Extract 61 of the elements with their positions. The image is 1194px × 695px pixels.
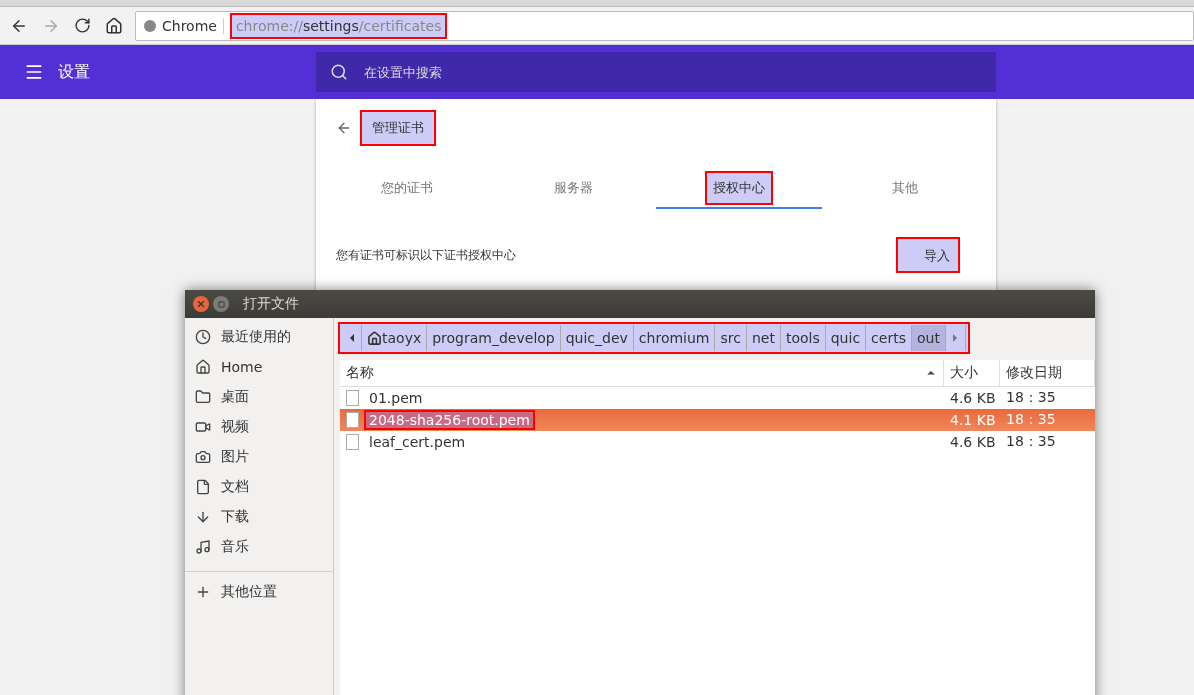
search-bar[interactable]: 在设置中搜索 bbox=[316, 52, 996, 92]
document-icon bbox=[195, 479, 211, 495]
file-icon bbox=[346, 412, 359, 428]
dialog-title: 打开文件 bbox=[243, 295, 299, 313]
address-bar[interactable]: Chrome chrome://settings/certificates bbox=[135, 10, 1194, 41]
search-field[interactable]: 在设置中搜索 bbox=[362, 63, 996, 81]
url-text: chrome://settings/certificates bbox=[229, 12, 448, 39]
site-label: Chrome bbox=[162, 17, 224, 34]
place-item[interactable]: 下载 bbox=[185, 502, 333, 532]
column-header[interactable]: 名称 bbox=[340, 360, 944, 386]
file-icon bbox=[346, 434, 359, 450]
camera-icon bbox=[195, 449, 211, 465]
reload-button[interactable] bbox=[72, 15, 93, 36]
file-modified: 18：35 bbox=[1005, 411, 1057, 429]
file-name: leaf_cert.pem bbox=[368, 433, 467, 451]
tab[interactable]: 其他 bbox=[822, 169, 988, 209]
place-item[interactable]: Home bbox=[185, 352, 333, 382]
import-button[interactable]: 导入 bbox=[896, 237, 960, 273]
tab[interactable]: 您的证书 bbox=[324, 169, 490, 209]
search-icon bbox=[330, 63, 348, 81]
place-item[interactable]: 最近使用的 bbox=[185, 322, 333, 352]
description-text: 您有证书可标识以下证书授权中心 bbox=[336, 246, 516, 264]
place-item[interactable]: 视频 bbox=[185, 412, 333, 442]
plus-icon bbox=[195, 584, 211, 600]
home-icon bbox=[367, 330, 382, 346]
menu-icon[interactable] bbox=[24, 62, 44, 82]
video-camera-icon bbox=[195, 419, 211, 435]
file-size: 4.6 KB bbox=[949, 434, 997, 450]
file-name: 2048-sha256-root.pem bbox=[365, 411, 534, 429]
column-header[interactable]: 修改日期 bbox=[1000, 360, 1095, 386]
close-icon bbox=[196, 299, 206, 309]
place-item[interactable]: 其他位置 bbox=[185, 577, 333, 607]
file-name: 01.pem bbox=[368, 389, 424, 407]
column-header[interactable]: 大小 bbox=[944, 360, 1000, 386]
reload-icon bbox=[74, 17, 91, 34]
file-row[interactable]: 01.pem 4.6 KB 18：35 bbox=[340, 387, 1095, 409]
page-title: 管理证书 bbox=[360, 110, 436, 146]
folder-icon bbox=[195, 389, 211, 405]
place-item[interactable]: 图片 bbox=[185, 442, 333, 472]
site-icon bbox=[144, 19, 156, 32]
place-item[interactable]: 音乐 bbox=[185, 532, 333, 562]
music-note-icon bbox=[195, 539, 211, 555]
file-row[interactable]: 2048-sha256-root.pem 4.1 KB 18：35 bbox=[340, 409, 1095, 431]
clock-icon bbox=[195, 329, 211, 345]
home-icon bbox=[105, 16, 123, 35]
maximize-button[interactable] bbox=[213, 296, 229, 312]
file-icon bbox=[346, 390, 359, 406]
file-modified: 18：35 bbox=[1005, 433, 1057, 451]
back-arrow-icon[interactable] bbox=[336, 120, 352, 136]
header-title: 设置 bbox=[58, 61, 91, 83]
home-icon bbox=[195, 359, 211, 375]
tab[interactable]: 服务器 bbox=[490, 169, 656, 209]
file-size: 4.1 KB bbox=[949, 412, 997, 428]
file-size: 4.6 KB bbox=[949, 390, 997, 406]
path-button[interactable]: out bbox=[911, 325, 946, 351]
close-button[interactable] bbox=[193, 296, 209, 312]
file-modified: 18：35 bbox=[1005, 389, 1057, 407]
file-row[interactable]: leaf_cert.pem 4.6 KB 18：35 bbox=[340, 431, 1095, 453]
tab[interactable]: 授权中心 bbox=[656, 169, 822, 209]
place-item[interactable]: 文档 bbox=[185, 472, 333, 502]
place-item[interactable]: 桌面 bbox=[185, 382, 333, 412]
